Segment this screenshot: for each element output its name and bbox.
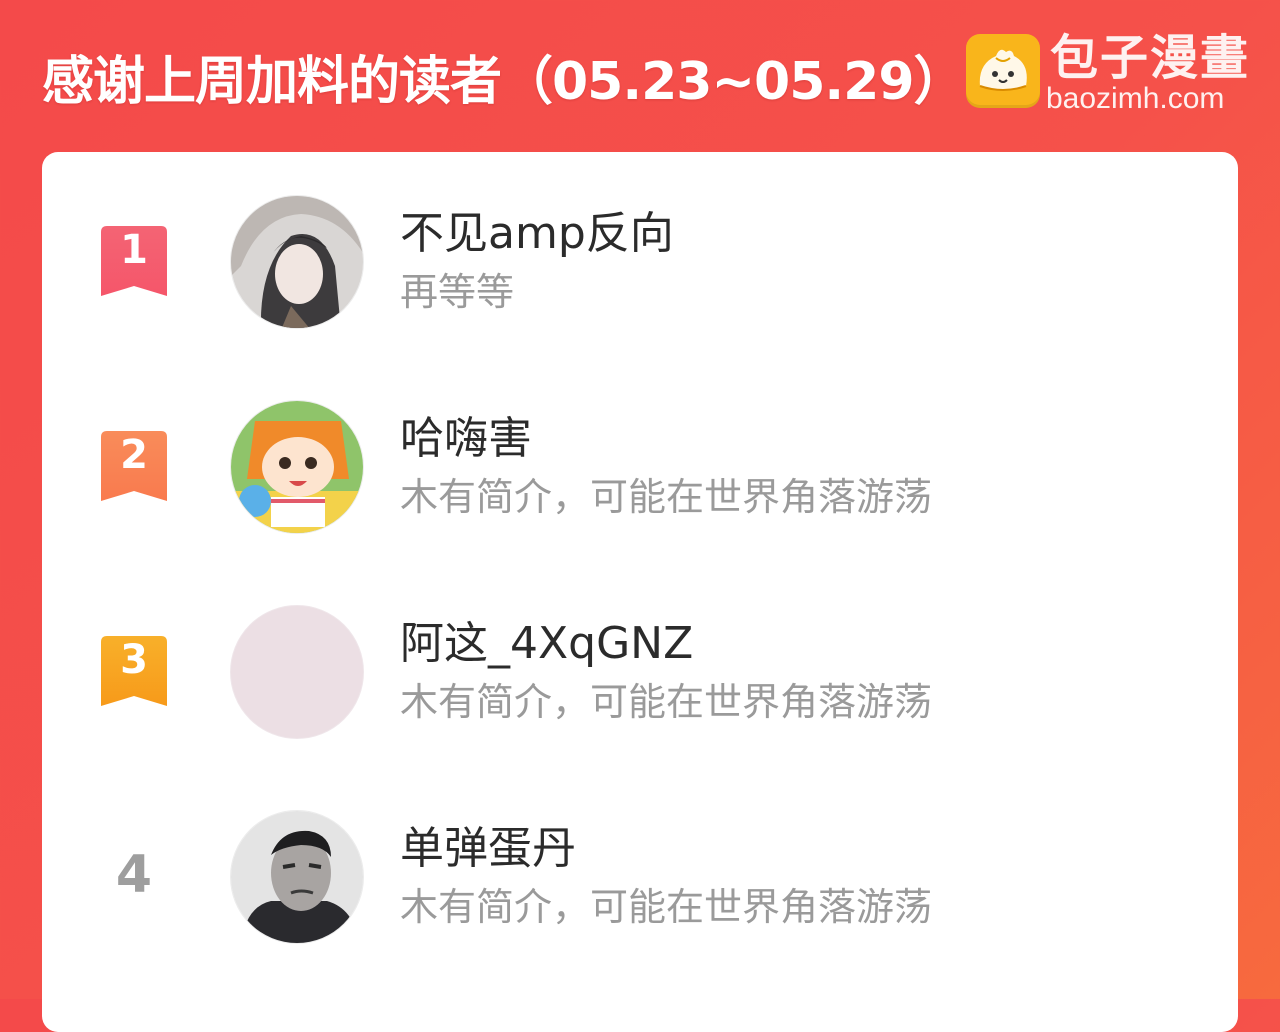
avatar[interactable] — [230, 195, 364, 329]
rank-number: 2 — [120, 432, 148, 478]
readers-card: 1 不见amp反向 再等等 2 哈嗨害 木有简介，可能在世界角落游荡 3 阿这_… — [42, 152, 1238, 1032]
reader-row[interactable]: 3 阿这_4XqGNZ 木有简介，可能在世界角落游荡 — [42, 594, 1238, 754]
page-title: 感谢上周加料的读者（05.23~05.29） — [42, 52, 966, 112]
reader-name: 不见amp反向 — [400, 208, 674, 259]
rank-ribbon-icon: 1 — [98, 224, 170, 300]
reader-name: 阿这_4XqGNZ — [400, 618, 694, 669]
rank-number: 1 — [120, 227, 148, 273]
avatar[interactable] — [230, 400, 364, 534]
reader-bio: 再等等 — [400, 270, 515, 314]
reader-name: 哈嗨害 — [400, 413, 532, 464]
brand-name: 包子漫畫 — [1050, 30, 1251, 86]
bun-mascot-icon — [966, 34, 1040, 108]
rank-ribbon-icon: 2 — [98, 429, 170, 505]
rank-number: 4 — [115, 845, 153, 905]
avatar[interactable] — [230, 605, 364, 739]
reader-bio: 木有简介，可能在世界角落游荡 — [400, 885, 933, 929]
avatar[interactable] — [230, 810, 364, 944]
rank-ribbon-icon: 3 — [98, 634, 170, 710]
reader-bio: 木有简介，可能在世界角落游荡 — [400, 475, 933, 519]
rank-number: 3 — [120, 637, 148, 683]
reader-row[interactable]: 4 单弹蛋丹 木有简介，可能在世界角落游荡 — [42, 799, 1238, 959]
brand-domain: baozimh.com — [1046, 82, 1225, 115]
brand-logo[interactable]: 包子漫畫 baozimh.com — [966, 30, 1266, 118]
reader-row[interactable]: 1 不见amp反向 再等等 — [42, 184, 1238, 344]
reader-name: 单弹蛋丹 — [400, 823, 576, 874]
reader-row[interactable]: 2 哈嗨害 木有简介，可能在世界角落游荡 — [42, 389, 1238, 549]
reader-bio: 木有简介，可能在世界角落游荡 — [400, 680, 933, 724]
